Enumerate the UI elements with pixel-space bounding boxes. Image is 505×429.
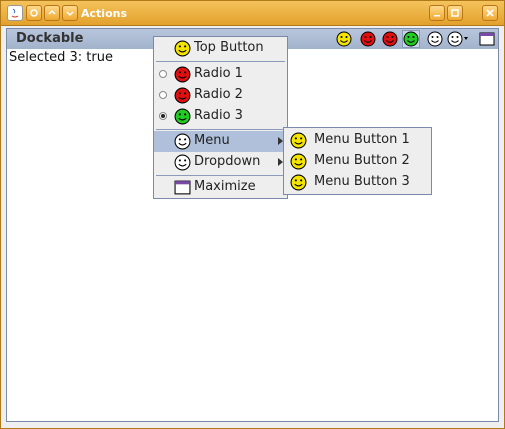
menu-item-label: Menu xyxy=(194,133,230,148)
radio-button[interactable] xyxy=(159,91,167,99)
menu-item-label: Radio 3 xyxy=(194,108,243,123)
radio-button[interactable] xyxy=(159,70,167,78)
submenu-item-label: Menu Button 2 xyxy=(314,153,410,168)
title-bar[interactable]: Actions xyxy=(1,1,504,26)
smiley-white-icon xyxy=(174,133,191,150)
smiley-yellow-icon xyxy=(290,174,307,191)
smiley-yellow-icon[interactable] xyxy=(335,30,353,48)
roll-up-icon[interactable] xyxy=(44,5,60,21)
submenu-item-menu-button-2[interactable]: Menu Button 2 xyxy=(284,151,431,172)
menu-item-radio-3[interactable]: Radio 3 xyxy=(154,106,287,127)
submenu-item-menu-button-3[interactable]: Menu Button 3 xyxy=(284,172,431,193)
maximize-window-icon[interactable] xyxy=(447,5,463,21)
smiley-white-icon xyxy=(174,154,191,171)
menu-separator xyxy=(156,61,285,62)
smiley-red-icon xyxy=(174,66,191,83)
minimize-icon[interactable] xyxy=(429,5,445,21)
menu-item-radio-1[interactable]: Radio 1 xyxy=(154,64,287,85)
menu-item-label: Radio 1 xyxy=(194,66,243,81)
smiley-green-icon[interactable] xyxy=(402,30,420,48)
smiley-yellow-icon xyxy=(290,132,307,149)
dockable-title: Dockable xyxy=(16,31,84,46)
submenu-item-menu-button-1[interactable]: Menu Button 1 xyxy=(284,130,431,151)
submenu-item-label: Menu Button 3 xyxy=(314,174,410,189)
menu-item-maximize[interactable]: Maximize xyxy=(154,177,287,198)
menu-item-radio-2[interactable]: Radio 2 xyxy=(154,85,287,106)
menu-item-label: Top Button xyxy=(194,40,264,55)
menu-separator xyxy=(156,175,285,176)
submenu: Menu Button 1 Menu Button 2 Menu Button … xyxy=(283,127,432,195)
menu-item-dropdown[interactable]: Dropdown xyxy=(154,152,287,173)
menu-item-label: Dropdown xyxy=(194,154,261,169)
pin-icon[interactable] xyxy=(26,5,42,21)
smiley-green-icon xyxy=(174,108,191,125)
submenu-item-label: Menu Button 1 xyxy=(314,132,410,147)
close-icon[interactable] xyxy=(482,5,498,21)
status-text: Selected 3: true xyxy=(9,50,113,65)
maximize-icon[interactable] xyxy=(478,30,496,48)
menu-item-label: Maximize xyxy=(194,179,256,194)
menu-separator xyxy=(156,129,285,130)
popup-menu: Top Button Radio 1 Radio 2 Radio 3 Menu … xyxy=(153,36,288,199)
menu-item-top-button[interactable]: Top Button xyxy=(154,38,287,59)
menu-item-menu[interactable]: Menu xyxy=(154,131,287,152)
roll-down-icon[interactable] xyxy=(62,5,78,21)
window-title: Actions xyxy=(81,7,127,20)
smiley-red-icon xyxy=(174,87,191,104)
maximize-icon xyxy=(174,180,191,195)
smiley-white-icon[interactable] xyxy=(426,30,444,48)
smiley-red-icon[interactable] xyxy=(381,30,399,48)
java-icon[interactable] xyxy=(7,5,23,21)
smiley-dropdown-icon[interactable] xyxy=(447,30,471,48)
smiley-yellow-icon xyxy=(174,40,191,57)
smiley-red-icon[interactable] xyxy=(359,30,377,48)
menu-item-label: Radio 2 xyxy=(194,87,243,102)
radio-button-selected[interactable] xyxy=(159,112,167,120)
smiley-yellow-icon xyxy=(290,153,307,170)
